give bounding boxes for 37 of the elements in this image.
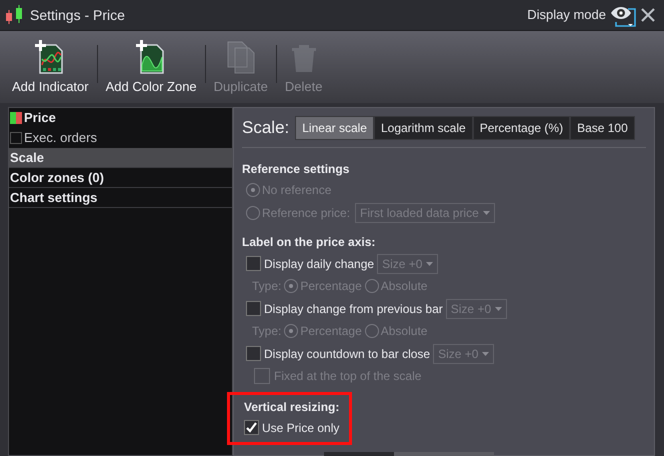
section-heading: Label on the price axis:: [242, 234, 376, 250]
section-heading: Reference settings: [242, 160, 350, 178]
caret-icon: [482, 352, 490, 356]
radio-button[interactable]: [284, 278, 298, 292]
checkbox[interactable]: [10, 132, 22, 144]
sidebar-item[interactable]: Color zones (0): [9, 168, 232, 188]
scale-tab[interactable]: Base 100: [570, 116, 635, 140]
section-heading: Vertical resizing:: [244, 398, 340, 416]
sidebar-item[interactable]: Chart settings: [9, 188, 232, 208]
checkbox-label: Display daily change: [264, 256, 374, 272]
color-swatch-icon: [10, 112, 22, 124]
checkbox-label: Use Price only: [262, 420, 340, 436]
scale-label: Scale:: [242, 117, 290, 139]
caret-icon: [482, 210, 490, 214]
checkbox[interactable]: [246, 301, 261, 316]
caret-icon: [426, 262, 434, 266]
display-mode-label: Display mode: [527, 6, 606, 24]
toolbar-button[interactable]: Add Indicator: [8, 38, 93, 96]
checkbox[interactable]: [246, 346, 261, 361]
checkmark-icon: [246, 422, 257, 433]
window-title: Settings - Price: [30, 6, 125, 25]
checkbox[interactable]: [246, 256, 261, 271]
sidebar-item[interactable]: Exec. orders: [9, 128, 232, 148]
scale-tab[interactable]: Percentage (%): [472, 116, 570, 140]
caret-icon: [495, 306, 502, 310]
close-icon[interactable]: [640, 7, 656, 23]
radio-button[interactable]: [364, 324, 379, 338]
checkbox-label: Display change from previous bar: [264, 300, 443, 318]
toolbar-button[interactable]: Add Color Zone: [102, 38, 201, 96]
radio-button[interactable]: [364, 278, 379, 292]
radio-button[interactable]: [284, 324, 298, 338]
checkbox-label: Display countdown to bar close: [264, 346, 430, 362]
sidebar-item[interactable]: Price: [9, 108, 232, 128]
sidebar-item[interactable]: Scale: [9, 148, 232, 168]
scale-tab[interactable]: Logarithm scale: [374, 116, 473, 140]
scale-tab[interactable]: Linear scale: [295, 116, 374, 140]
checkbox[interactable]: [244, 420, 259, 435]
